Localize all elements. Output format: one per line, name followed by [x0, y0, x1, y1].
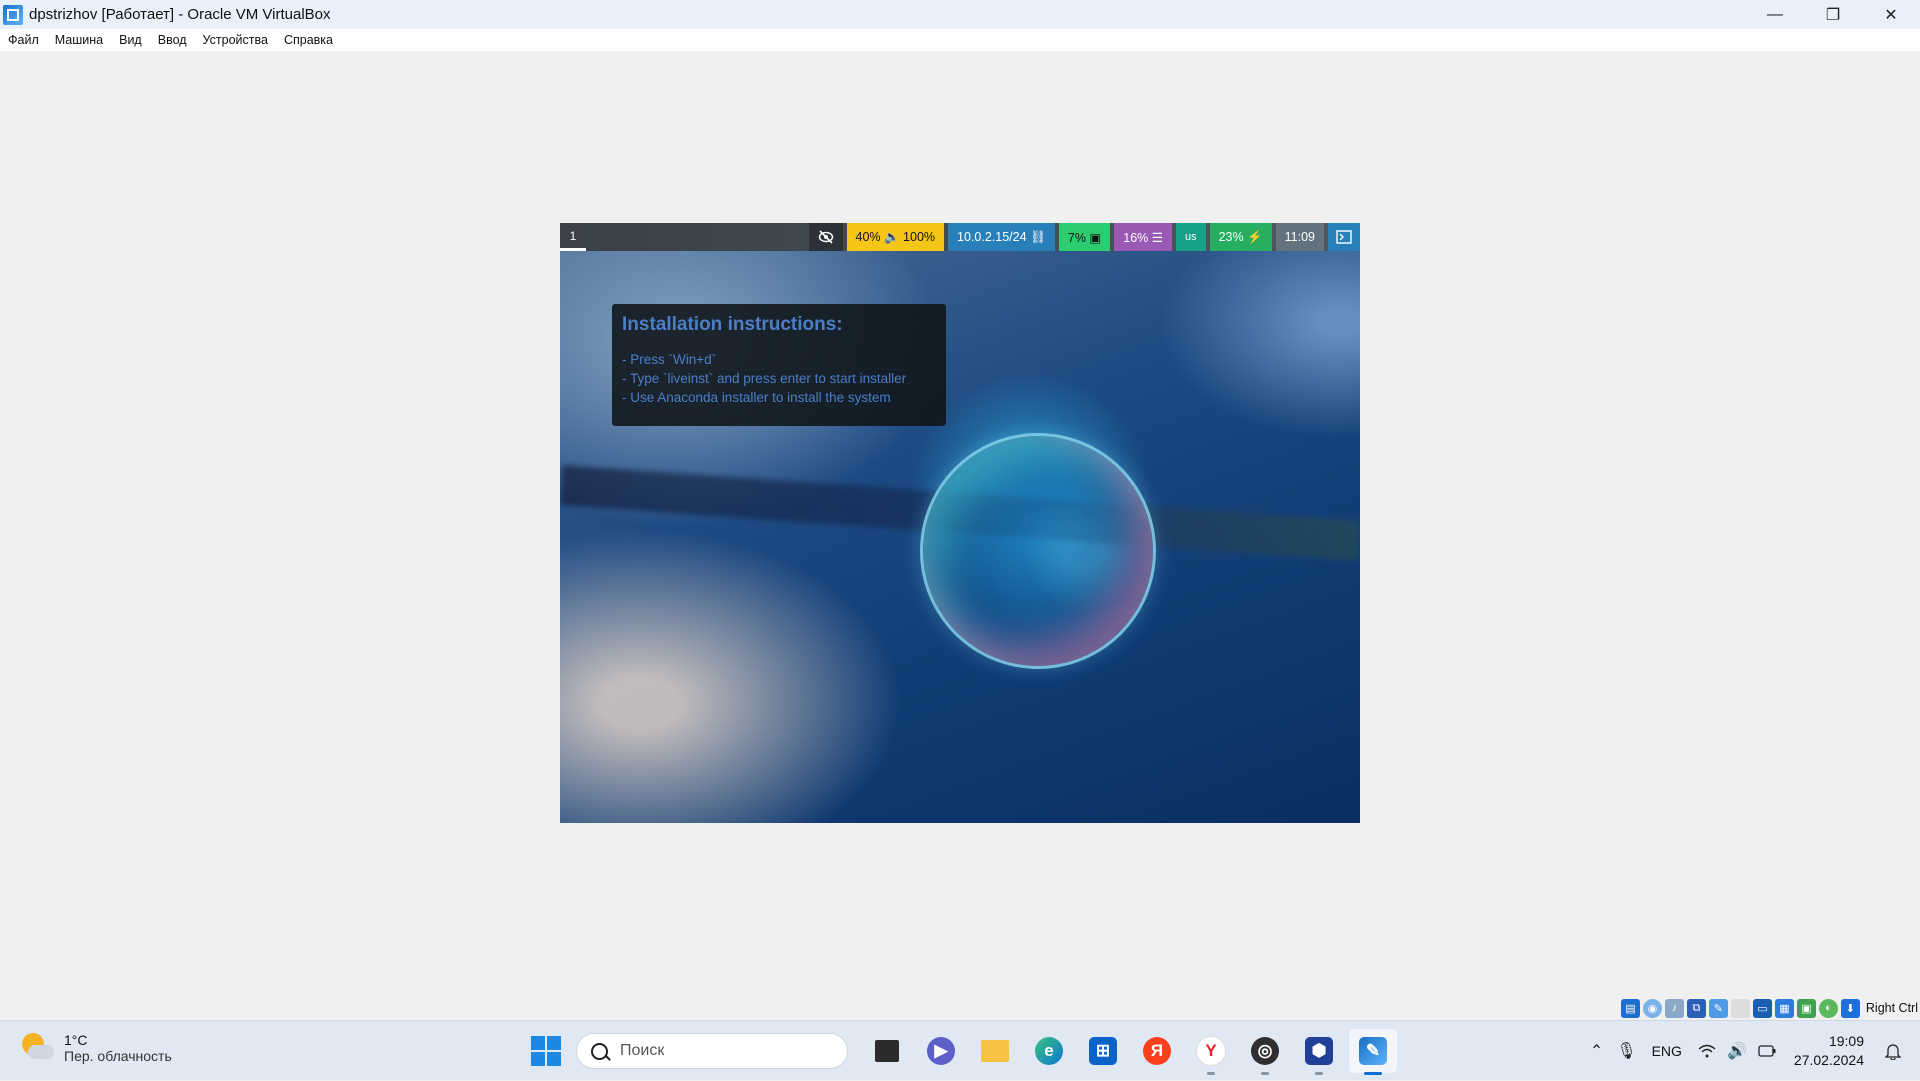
yandex-browser-button[interactable]: Y — [1187, 1029, 1235, 1075]
taskbar-center: Поиск ▶ e ⊞ Я Y ◎ ⬢ ✎ — [526, 1029, 1400, 1075]
running-indicator — [1315, 1072, 1323, 1075]
volume-icon[interactable]: 🔊 — [1722, 1036, 1752, 1066]
hard-disk-icon[interactable]: ▤ — [1620, 998, 1640, 1018]
yandex-button[interactable]: Я — [1133, 1029, 1181, 1073]
weather-description: Пер. облачность — [64, 1048, 172, 1064]
menu-help[interactable]: Справка — [276, 29, 341, 51]
notification-bell-icon[interactable] — [1878, 1036, 1908, 1066]
file-explorer-button[interactable] — [971, 1029, 1019, 1073]
edge-button[interactable]: e — [1025, 1029, 1073, 1073]
host-key-label: Right Ctrl — [1865, 1001, 1918, 1015]
teams-chat-icon: ▶ — [927, 1037, 955, 1065]
search-icon — [591, 1042, 608, 1060]
close-button[interactable]: ✕ — [1862, 0, 1920, 29]
clock-module[interactable]: 11:09 — [1275, 223, 1324, 251]
running-indicator — [1207, 1072, 1215, 1075]
menu-machine[interactable]: Машина — [47, 29, 111, 51]
obs-button[interactable]: ◎ — [1241, 1029, 1289, 1075]
installation-instructions-panel: Installation instructions: - Press `Win+… — [612, 304, 946, 426]
audio-icon[interactable]: ♪ — [1664, 998, 1684, 1018]
keyboard-capture-icon[interactable]: ⬇ — [1840, 998, 1860, 1018]
workspace-button[interactable]: 1 — [560, 223, 586, 251]
idle-inhibitor[interactable] — [808, 223, 843, 251]
display-icon[interactable]: ▭ — [1752, 998, 1772, 1018]
usb-icon[interactable]: ✎ — [1708, 998, 1728, 1018]
audio-module[interactable]: 40% 🔈 100% — [846, 223, 945, 251]
task-view-button[interactable] — [863, 1029, 911, 1073]
keyboard-layout-module[interactable]: us — [1175, 223, 1206, 251]
weather-widget[interactable]: 1°C Пер. облачность — [20, 1031, 172, 1065]
wallpaper-bubble — [920, 433, 1156, 669]
windows-taskbar: 1°C Пер. облачность Поиск ▶ e ⊞ Я Y ◎ ⬢ … — [0, 1020, 1920, 1080]
menu-input[interactable]: Ввод — [150, 29, 195, 51]
instruction-line: - Use Anaconda installer to install the … — [622, 390, 891, 405]
store-icon: ⊞ — [1089, 1037, 1117, 1065]
wifi-icon[interactable] — [1692, 1036, 1722, 1066]
store-button[interactable]: ⊞ — [1079, 1029, 1127, 1073]
virtualbox-vm-button[interactable]: ✎ — [1349, 1029, 1397, 1075]
optical-drive-icon[interactable]: ◉ — [1642, 998, 1662, 1018]
vm-display[interactable]: 1 40% 🔈 100% 10.0.2.15/24 ⛓ 7% ▣ 16% ☰ u… — [560, 223, 1360, 823]
task-view-icon — [875, 1040, 899, 1062]
instructions-title: Installation instructions: — [622, 314, 843, 335]
search-placeholder: Поиск — [620, 1042, 665, 1059]
virtualbox-vm-icon: ✎ — [1359, 1037, 1387, 1065]
running-indicator — [1261, 1072, 1269, 1075]
weather-temperature: 1°C — [64, 1032, 88, 1048]
virtualbox-icon — [3, 4, 23, 25]
clock-time: 19:09 — [1828, 1033, 1864, 1049]
menu-bar: Файл Машина Вид Ввод Устройства Справка — [0, 29, 1920, 51]
yandex-browser-icon: Y — [1196, 1036, 1226, 1066]
mouse-integration-icon[interactable]: ◐ — [1818, 998, 1838, 1018]
cpu-icon[interactable]: ▣ — [1796, 998, 1816, 1018]
waybar: 1 40% 🔈 100% 10.0.2.15/24 ⛓ 7% ▣ 16% ☰ u… — [560, 223, 1360, 251]
menu-view[interactable]: Вид — [111, 29, 150, 51]
cpu-module[interactable]: 7% ▣ — [1058, 223, 1111, 251]
clock-date: 27.02.2024 — [1793, 1052, 1864, 1068]
edge-icon: e — [1035, 1037, 1063, 1065]
terminal-icon — [1336, 230, 1352, 244]
language-indicator[interactable]: ENG — [1652, 1043, 1682, 1059]
virtualbox-icon: ⬢ — [1305, 1037, 1333, 1065]
virtualbox-button[interactable]: ⬢ — [1295, 1029, 1343, 1075]
chevron-up-icon[interactable]: ⌃ — [1582, 1036, 1612, 1066]
menu-file[interactable]: Файл — [0, 29, 47, 51]
tray-module[interactable] — [1328, 223, 1360, 251]
network-module[interactable]: 10.0.2.15/24 ⛓ — [948, 223, 1055, 251]
file-explorer-icon — [981, 1040, 1009, 1062]
minimize-button[interactable]: — — [1746, 0, 1804, 29]
shared-folders-icon[interactable] — [1730, 998, 1750, 1018]
window-controls: — ❐ ✕ — [1746, 0, 1920, 29]
taskbar-clock[interactable]: 19:09 27.02.2024 — [1794, 1032, 1864, 1070]
obs-icon: ◎ — [1251, 1037, 1279, 1065]
battery-module[interactable]: 23% ⚡ — [1209, 223, 1272, 251]
vbox-status-bar: ▤ ◉ ♪ ⧉ ✎ ▭ ▦ ▣ ◐ ⬇ Right Ctrl — [1620, 996, 1920, 1020]
network-icon[interactable]: ⧉ — [1686, 998, 1706, 1018]
yandex-icon: Я — [1143, 1037, 1171, 1065]
window-title: dpstrizhov [Работает] - Oracle VM Virtua… — [29, 6, 331, 23]
battery-icon[interactable] — [1752, 1036, 1782, 1066]
menu-devices[interactable]: Устройства — [195, 29, 276, 51]
start-button[interactable] — [526, 1031, 566, 1071]
eye-slash-icon — [818, 230, 833, 244]
microphone-icon[interactable]: 🎙 — [1612, 1036, 1642, 1066]
system-tray: ⌃ 🎙 ENG 🔊 19:09 27.02.2024 — [1582, 1021, 1920, 1081]
running-indicator — [1364, 1072, 1382, 1075]
recording-icon[interactable]: ▦ — [1774, 998, 1794, 1018]
memory-module[interactable]: 16% ☰ — [1114, 223, 1172, 251]
search-box[interactable]: Поиск — [576, 1033, 848, 1069]
instruction-line: - Type `liveinst` and press enter to sta… — [622, 371, 907, 386]
restore-button[interactable]: ❐ — [1804, 0, 1862, 29]
window-titlebar: dpstrizhov [Работает] - Oracle VM Virtua… — [0, 0, 1920, 29]
chat-button[interactable]: ▶ — [917, 1029, 965, 1073]
partly-cloudy-icon — [20, 1031, 54, 1065]
instruction-line: - Press `Win+d` — [622, 352, 717, 367]
